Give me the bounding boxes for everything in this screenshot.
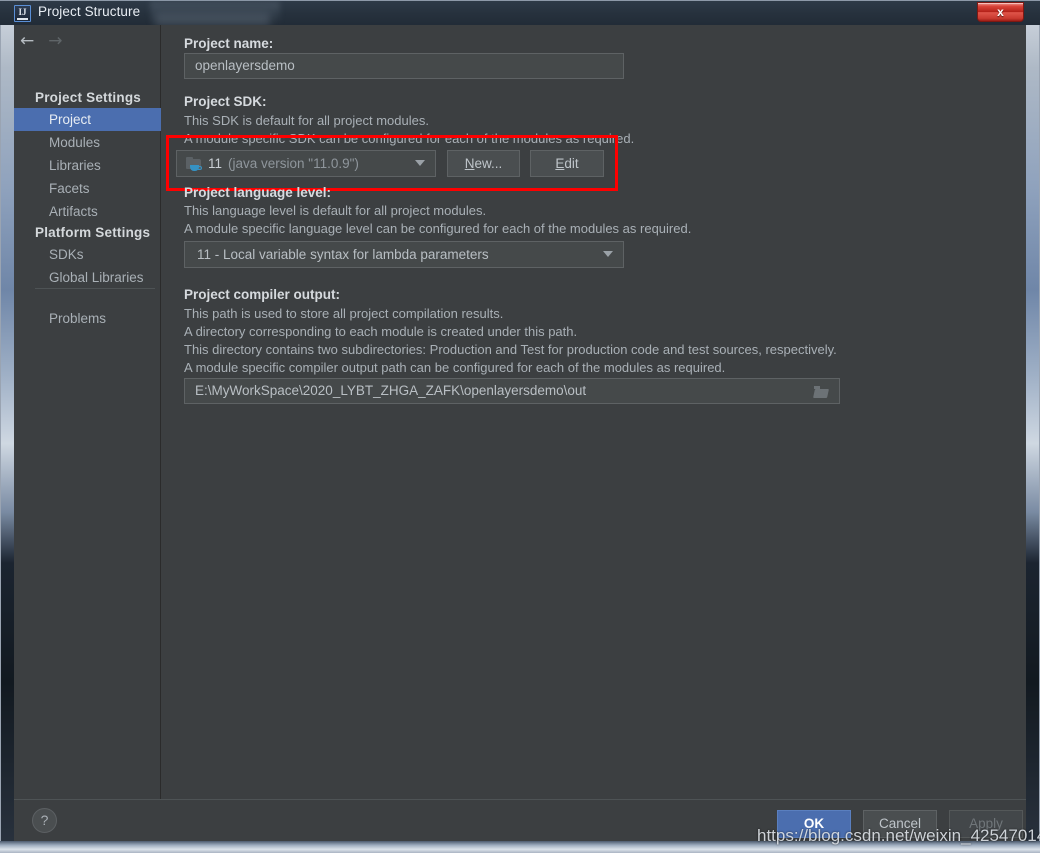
project-sdk-selected-name: 11 [208,156,223,171]
back-arrow-icon[interactable]: ← [20,33,34,50]
project-sdk-description-line-2: A module specific SDK can be configured … [184,131,635,146]
project-name-label: Project name: [184,36,274,51]
sidebar-item-artifacts[interactable]: Artifacts [14,200,161,223]
intellij-idea-icon: IJ [14,5,31,22]
compiler-output-label: Project compiler output: [184,287,341,302]
compiler-output-path-input[interactable]: E:\MyWorkSpace\2020_LYBT_ZHGA_ZAFK\openl… [184,378,840,404]
project-sdk-description-line-1: This SDK is default for all project modu… [184,113,429,128]
sidebar-item-libraries[interactable]: Libraries [14,154,161,177]
sidebar-item-global-libraries[interactable]: Global Libraries [14,266,161,289]
edit-sdk-button[interactable]: Edit [530,150,604,177]
close-icon[interactable]: x [977,2,1024,22]
language-level-combobox[interactable]: 11 - Local variable syntax for lambda pa… [184,241,624,268]
chevron-down-icon [603,251,613,257]
sidebar-group-platform-settings: Platform Settings [35,225,151,240]
compiler-output-description-line-2: A directory corresponding to each module… [184,324,578,339]
sidebar-divider [35,288,155,289]
language-level-description-line-1: This language level is default for all p… [184,203,487,218]
new-sdk-button[interactable]: New... [447,150,520,177]
chevron-down-icon [415,160,425,166]
language-level-label: Project language level: [184,185,332,200]
title-bar[interactable]: IJ Project Structure x [0,0,1040,27]
project-name-input[interactable]: openlayersdemo [184,53,624,79]
compiler-output-description-line-1: This path is used to store all project c… [184,306,504,321]
java-sdk-folder-icon [186,157,203,172]
compiler-output-description-line-4: A module specific compiler output path c… [184,360,726,375]
sidebar: ← → Project Settings Project Modules Libr… [14,25,161,799]
sidebar-item-facets[interactable]: Facets [14,177,161,200]
project-structure-dialog: ← → Project Settings Project Modules Libr… [14,25,1026,841]
compiler-output-path-value: E:\MyWorkSpace\2020_LYBT_ZHGA_ZAFK\openl… [195,383,587,398]
project-sdk-combobox[interactable]: 11 (java version "11.0.9") [176,150,436,177]
watermark-text: https://blog.csdn.net/weixin_42547014 [757,826,1040,845]
edit-sdk-button-label: dit [564,156,579,171]
help-button[interactable]: ? [32,808,57,833]
sidebar-item-sdks[interactable]: SDKs [14,243,161,266]
navigation-arrows: ← → [20,33,77,55]
project-sdk-label: Project SDK: [184,94,267,109]
sidebar-item-problems[interactable]: Problems [14,307,161,330]
forward-arrow-icon[interactable]: → [48,33,62,50]
window-title: Project Structure [38,4,141,19]
window-frame: IJ Project Structure x ← → Project Settin… [0,0,1040,853]
sidebar-group-project-settings: Project Settings [35,90,141,105]
project-sdk-selected-version: (java version "11.0.9") [228,156,359,171]
new-sdk-button-label: ew... [474,156,503,171]
compiler-output-description-line-3: This directory contains two subdirectori… [184,342,837,357]
content-panel: Project name: openlayersdemo Project SDK… [162,25,1026,799]
window-border-left [0,0,15,853]
sidebar-item-project[interactable]: Project [14,108,161,131]
language-level-description-line-2: A module specific language level can be … [184,221,692,236]
window-border-right [1025,0,1040,853]
language-level-selected: 11 - Local variable syntax for lambda pa… [197,247,489,262]
open-folder-icon[interactable] [813,386,830,398]
sidebar-item-modules[interactable]: Modules [14,131,161,154]
